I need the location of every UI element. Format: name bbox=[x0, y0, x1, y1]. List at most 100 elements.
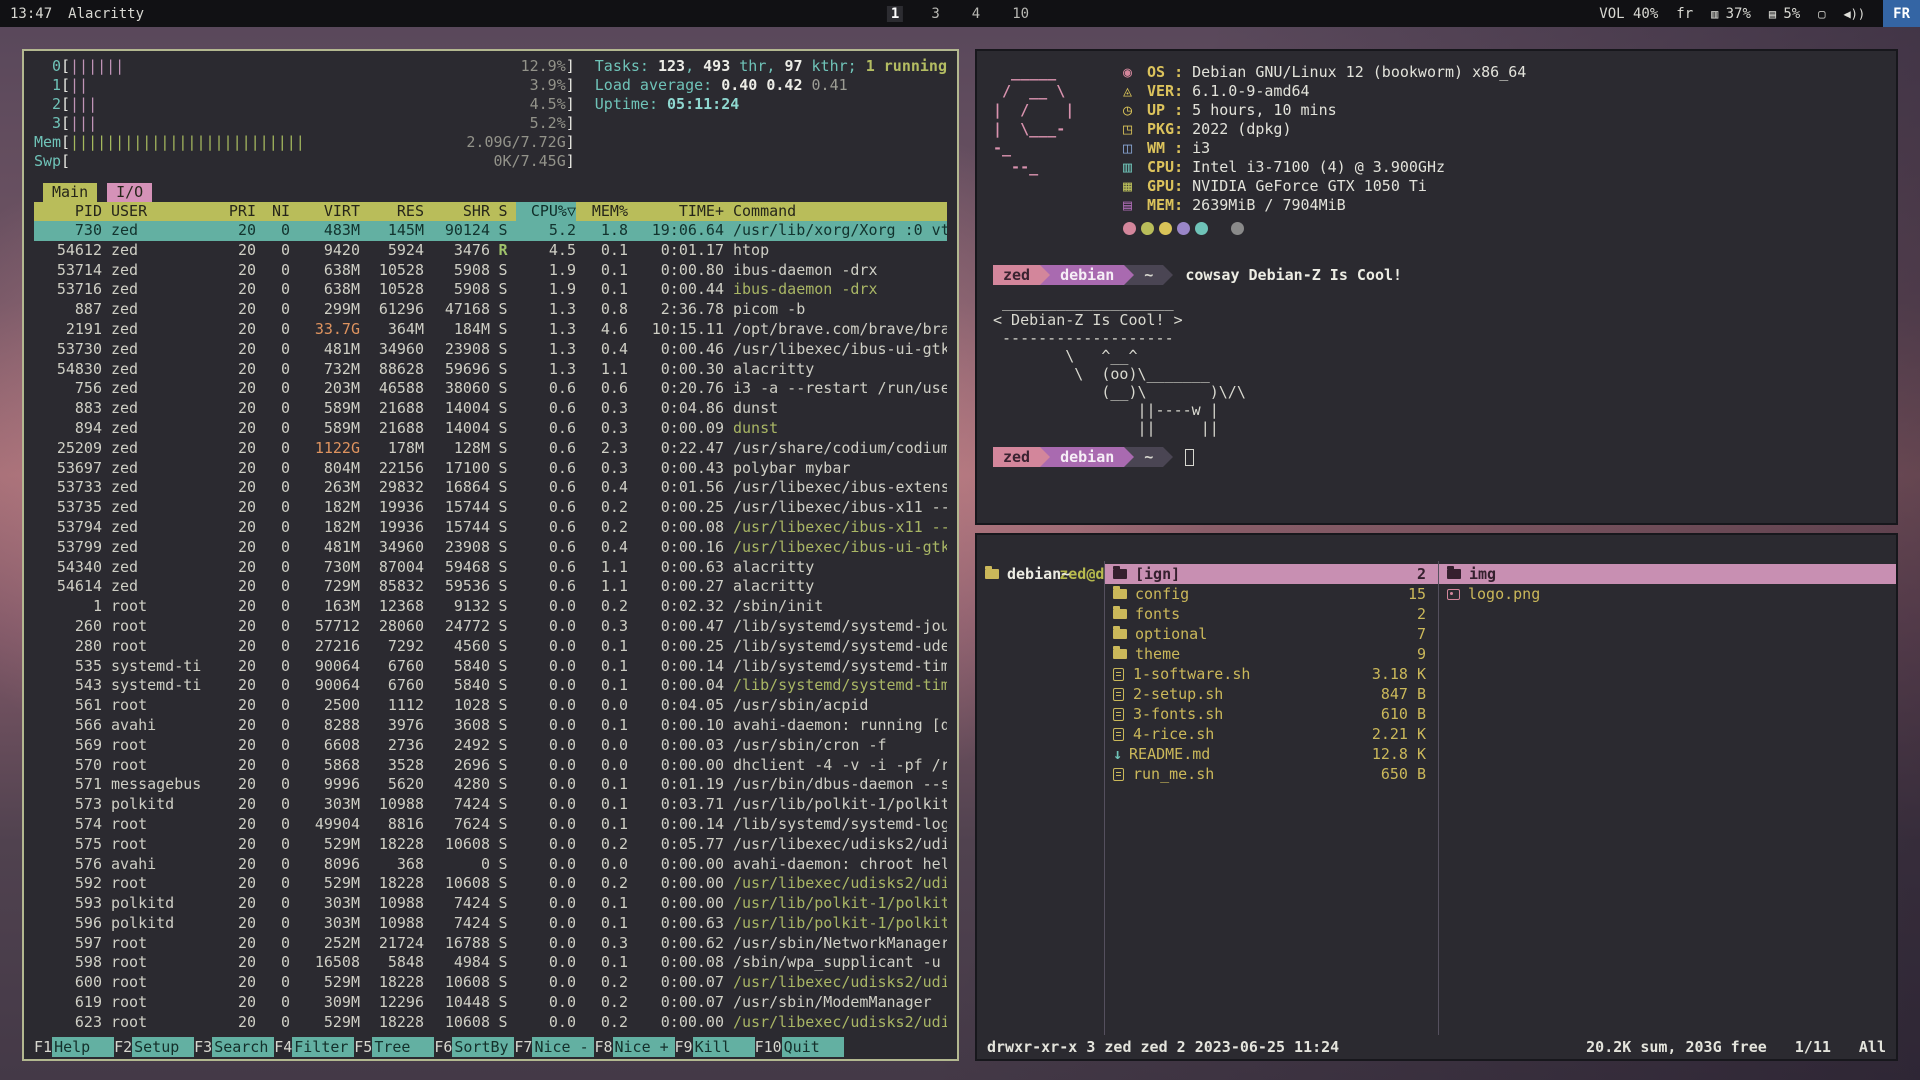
column-header-virt[interactable]: VIRT bbox=[290, 202, 360, 221]
preview-panel[interactable]: imglogo.png bbox=[1439, 561, 1896, 1035]
workspace-button[interactable]: 1 bbox=[887, 6, 903, 22]
tab-io[interactable]: I/O bbox=[107, 183, 152, 202]
file-row[interactable]: config15 bbox=[1105, 584, 1438, 604]
file-row[interactable]: 3-fonts.sh610 B bbox=[1105, 704, 1438, 724]
process-row[interactable]: 575root200529M1822810608S0.00.20:05.77/u… bbox=[34, 835, 947, 855]
cell-virt: 8096 bbox=[290, 855, 360, 875]
process-row[interactable]: 53735zed200182M1993615744S0.60.20:00.25/… bbox=[34, 498, 947, 518]
process-row[interactable]: 535systemd-ti2009006467605840S0.00.10:00… bbox=[34, 657, 947, 677]
file-row[interactable]: theme9 bbox=[1105, 644, 1438, 664]
preview-file-row[interactable]: logo.png bbox=[1439, 584, 1896, 604]
workspace-button[interactable]: 10 bbox=[1008, 6, 1033, 22]
process-row[interactable]: 571messagebus200999656204280S0.00.10:01.… bbox=[34, 775, 947, 795]
column-header-user[interactable]: USER bbox=[102, 202, 214, 221]
process-row[interactable]: 597root200252M2172416788S0.00.30:00.62/u… bbox=[34, 934, 947, 954]
process-row[interactable]: 561root200250011121028S0.00.00:04.05/usr… bbox=[34, 696, 947, 716]
process-row[interactable]: 756zed200203M4658838060S0.60.60:20.76i3 … bbox=[34, 379, 947, 399]
process-row[interactable]: 2191zed20033.7G364M184MS1.34.610:15.11/o… bbox=[34, 320, 947, 340]
process-row[interactable]: 25209zed2001122G178M128MS0.62.30:22.47/u… bbox=[34, 439, 947, 459]
process-row[interactable]: 54614zed200729M8583259536S0.61.10:00.27a… bbox=[34, 577, 947, 597]
process-row[interactable]: 593polkitd200303M109887424S0.00.10:00.00… bbox=[34, 894, 947, 914]
file-row[interactable]: [ign]2 bbox=[1105, 564, 1438, 584]
cell-pid: 571 bbox=[34, 775, 102, 795]
keyboard-flag-badge[interactable]: FR bbox=[1883, 0, 1920, 27]
process-row[interactable]: 1root200163M123689132S0.00.20:02.32/sbin… bbox=[34, 597, 947, 617]
process-table[interactable]: 730zed200483M145M90124S5.21.819:06.64/us… bbox=[34, 221, 947, 1037]
process-row[interactable]: 53794zed200182M1993615744S0.60.20:00.08/… bbox=[34, 518, 947, 538]
process-row[interactable]: 596polkitd200303M109887424S0.00.10:00.63… bbox=[34, 914, 947, 934]
process-row[interactable]: 566avahi200828839763608S0.00.10:00.10ava… bbox=[34, 716, 947, 736]
keyboard-layout-indicator[interactable]: fr bbox=[1676, 6, 1693, 22]
workspace-button[interactable]: 4 bbox=[968, 6, 984, 22]
file-row[interactable]: run_me.sh650 B bbox=[1105, 764, 1438, 784]
process-row[interactable]: 592root200529M1822810608S0.00.20:00.00/u… bbox=[34, 874, 947, 894]
fn-button-f2[interactable]: F2Setup bbox=[114, 1037, 194, 1057]
process-row[interactable]: 600root200529M1822810608S0.00.20:00.07/u… bbox=[34, 973, 947, 993]
fn-button-f6[interactable]: F6SortBy bbox=[434, 1037, 514, 1057]
process-row[interactable]: 53733zed200263M2983216864S0.60.40:01.56/… bbox=[34, 478, 947, 498]
fn-button-f10[interactable]: F10Quit bbox=[755, 1037, 844, 1057]
fn-button-f3[interactable]: F3Search bbox=[194, 1037, 274, 1057]
tab-main[interactable]: Main bbox=[43, 183, 97, 202]
file-row[interactable]: optional7 bbox=[1105, 624, 1438, 644]
fn-button-f9[interactable]: F9Kill bbox=[675, 1037, 755, 1057]
column-header-res[interactable]: RES bbox=[360, 202, 424, 221]
process-row[interactable]: 543systemd-ti2009006467605840S0.00.10:00… bbox=[34, 676, 947, 696]
process-row[interactable]: 883zed200589M2168814004S0.60.30:04.86dun… bbox=[34, 399, 947, 419]
process-row[interactable]: 260root200577122806024772S0.00.30:00.47/… bbox=[34, 617, 947, 637]
vifm-tab[interactable]: debian~ bbox=[977, 564, 1104, 584]
process-row[interactable]: 887zed200299M6129647168S1.30.82:36.78pic… bbox=[34, 300, 947, 320]
monitor-icon[interactable]: ▢ bbox=[1818, 7, 1825, 21]
process-row[interactable]: 569root200660827362492S0.00.00:00.03/usr… bbox=[34, 736, 947, 756]
process-row[interactable]: 53697zed200804M2215617100S0.60.30:00.43p… bbox=[34, 459, 947, 479]
process-row[interactable]: 53714zed200638M105285908S1.90.10:00.80ib… bbox=[34, 261, 947, 281]
info-label: MEM: bbox=[1147, 196, 1192, 214]
file-row[interactable]: 4-rice.sh2.21 K bbox=[1105, 724, 1438, 744]
process-row[interactable]: 619root200309M1229610448S0.00.20:00.07/u… bbox=[34, 993, 947, 1013]
process-row[interactable]: 53716zed200638M105285908S1.90.10:00.44ib… bbox=[34, 280, 947, 300]
process-row[interactable]: 54830zed200732M8862859696S1.31.10:00.30a… bbox=[34, 360, 947, 380]
process-row[interactable]: 53730zed200481M3496023908S1.30.40:00.46/… bbox=[34, 340, 947, 360]
process-row[interactable]: 54612zed200942059243476R4.50.10:01.17hto… bbox=[34, 241, 947, 261]
column-header-cpu[interactable]: CPU%▽ bbox=[516, 202, 576, 221]
fn-button-f1[interactable]: F1Help bbox=[34, 1037, 114, 1057]
process-row[interactable]: 53799zed200481M3496023908S0.60.40:00.16/… bbox=[34, 538, 947, 558]
process-row[interactable]: 280root2002721672924560S0.00.10:00.25/li… bbox=[34, 637, 947, 657]
column-header-pid[interactable]: PID bbox=[34, 202, 102, 221]
process-row[interactable]: 570root200586835282696S0.00.00:00.00dhcl… bbox=[34, 756, 947, 776]
process-row[interactable]: 623root200529M1822810608S0.00.20:00.00/u… bbox=[34, 1013, 947, 1033]
terminal-cursor[interactable] bbox=[1185, 449, 1194, 466]
volume-indicator[interactable]: VOL 40% bbox=[1599, 6, 1658, 22]
cell-shr: 5840 bbox=[424, 657, 490, 677]
cell-cpu: 0.0 bbox=[516, 1013, 576, 1033]
column-header-shr[interactable]: SHR bbox=[424, 202, 490, 221]
cell-virt: 49904 bbox=[290, 815, 360, 835]
column-header-time[interactable]: TIME+ bbox=[628, 202, 724, 221]
file-row[interactable]: ↓README.md12.8 K bbox=[1105, 744, 1438, 764]
fn-button-f4[interactable]: F4Filter bbox=[274, 1037, 354, 1057]
column-header-mem[interactable]: MEM% bbox=[576, 202, 628, 221]
preview-file-row[interactable]: img bbox=[1439, 564, 1896, 584]
process-row[interactable]: 54340zed200730M8700459468S0.61.10:00.63a… bbox=[34, 558, 947, 578]
column-header-cmd[interactable]: Command bbox=[724, 202, 947, 221]
process-row[interactable]: 573polkitd200303M109887424S0.00.10:03.71… bbox=[34, 795, 947, 815]
process-row[interactable]: 894zed200589M2168814004S0.60.30:00.09dun… bbox=[34, 419, 947, 439]
file-row[interactable]: fonts2 bbox=[1105, 604, 1438, 624]
speaker-icon[interactable]: ◀)) bbox=[1843, 7, 1865, 21]
file-list-panel[interactable]: [ign]2config15fonts2optional7theme91-sof… bbox=[1105, 561, 1439, 1035]
fn-button-f7[interactable]: F7Nice - bbox=[514, 1037, 594, 1057]
fn-button-f8[interactable]: F8Nice + bbox=[594, 1037, 674, 1057]
column-header-s[interactable]: S bbox=[490, 202, 516, 221]
file-row[interactable]: 2-setup.sh847 B bbox=[1105, 684, 1438, 704]
process-row[interactable]: 574root2004990488167624S0.00.10:00.14/li… bbox=[34, 815, 947, 835]
file-row[interactable]: 1-software.sh3.18 K bbox=[1105, 664, 1438, 684]
cell-res: 3528 bbox=[360, 756, 424, 776]
column-header-pri[interactable]: PRI bbox=[214, 202, 256, 221]
workspace-button[interactable]: 3 bbox=[927, 6, 943, 22]
process-row[interactable]: 730zed200483M145M90124S5.21.819:06.64/us… bbox=[34, 221, 947, 241]
fn-button-f5[interactable]: F5Tree bbox=[354, 1037, 434, 1057]
cell-pid: 570 bbox=[34, 756, 102, 776]
column-header-ni[interactable]: NI bbox=[256, 202, 290, 221]
process-row[interactable]: 576avahi20080963680S0.00.00:00.00avahi-d… bbox=[34, 855, 947, 875]
process-row[interactable]: 598root2001650858484984S0.00.10:00.08/sb… bbox=[34, 953, 947, 973]
